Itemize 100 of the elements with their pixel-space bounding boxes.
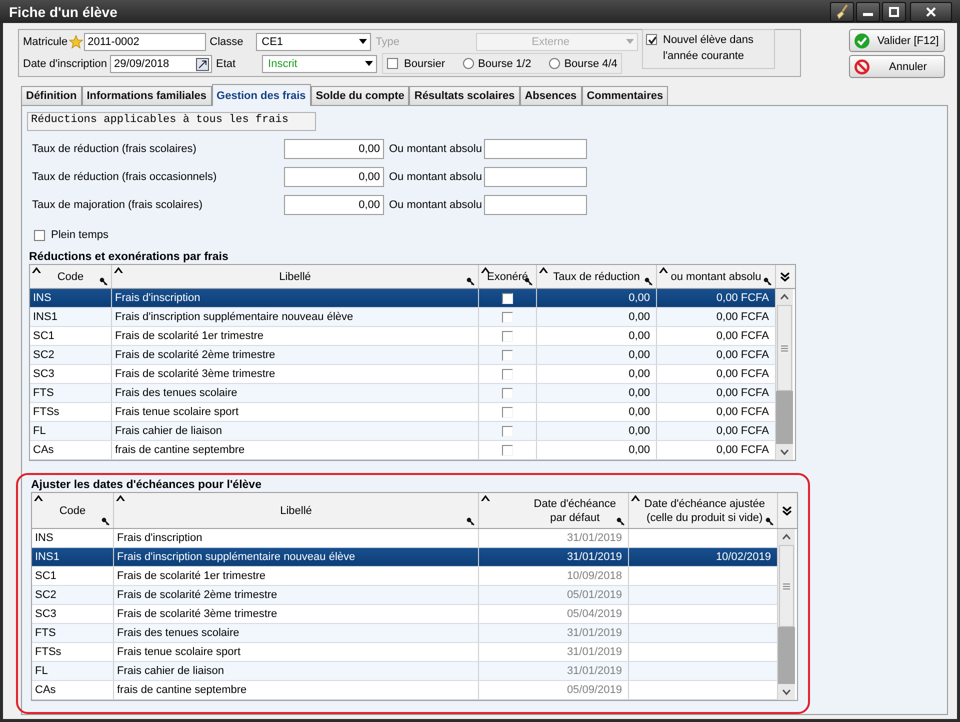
amount-field[interactable]	[484, 139, 587, 159]
table-cell: 10/09/2018	[566, 570, 622, 582]
column-header[interactable]: Taux de réduction	[537, 265, 657, 288]
table-cell: FL	[33, 425, 46, 437]
table-row[interactable]: CAs frais de cantine septembre 05/09/2019	[32, 681, 778, 700]
table-cell: 10/02/2019	[716, 551, 771, 563]
checkbox[interactable]	[502, 388, 513, 398]
table-cell: CAs	[35, 684, 56, 696]
checkbox[interactable]	[502, 350, 513, 360]
table-row[interactable]: SC1 Frais de scolarité 1er trimestre 0,00 0,00 FCFA	[30, 327, 776, 346]
caret-icon	[626, 39, 634, 44]
scroll-thumb[interactable]	[779, 545, 794, 627]
rate-field[interactable]: 0,00	[284, 167, 384, 187]
table-cell: SC1	[33, 330, 54, 342]
column-header[interactable]: Date d'échéance ajustée (celle du produit si vide)	[629, 493, 778, 528]
class-dropdown[interactable]: CE1	[256, 32, 371, 50]
maximize-button[interactable]	[882, 2, 906, 22]
key-icon	[763, 277, 772, 286]
table-cell: SC3	[33, 368, 54, 380]
table-row[interactable]: SC3 Frais de scolarité 3ème trimestre 05/04/2019	[32, 605, 778, 624]
checkbox[interactable]	[502, 330, 513, 342]
scrollbar[interactable]	[778, 529, 795, 700]
table-cell: Frais tenue scolaire sport	[115, 406, 238, 418]
section-title: Réductions applicables à tous les frais	[27, 112, 316, 131]
table-row[interactable]: INS1 Frais d'inscription supplémentaire nouveau élève 31/01/2019 10/02/2019	[32, 548, 778, 567]
cancel-button[interactable]: Annuler	[849, 55, 945, 78]
table-row[interactable]: INS1 Frais d'inscription supplémentaire nouveau élève 0,00 0,00 FCFA	[30, 308, 776, 327]
table-row[interactable]: SC2 Frais de scolarité 2ème trimestre 05/01/2019	[32, 586, 778, 605]
tab[interactable]: Absences	[520, 86, 582, 105]
checkbox[interactable]	[502, 406, 513, 418]
tab[interactable]: Informations familiales	[82, 86, 212, 105]
broom-icon	[834, 4, 850, 20]
sort-caret-icon	[481, 267, 490, 273]
table-cell: Frais de scolarité 2ème trimestre	[115, 349, 276, 361]
table-row[interactable]: FTSs Frais tenue scolaire sport 0,00 0,00 FCFA	[30, 403, 776, 422]
broom-button[interactable]	[830, 2, 854, 22]
table-row[interactable]: FTS Frais des tenues scolaire 31/01/2019	[32, 624, 778, 643]
column-header[interactable]: Exonéré	[479, 265, 537, 288]
field-label: Matricule	[23, 36, 68, 48]
table-row[interactable]: SC3 Frais de scolarité 3ème trimestre 0,00 0,00 FCFA	[30, 365, 776, 384]
table-row[interactable]: SC1 Frais de scolarité 1er trimestre 10/09/2018	[32, 567, 778, 586]
checkbox[interactable]	[502, 312, 513, 322]
checkbox[interactable]	[502, 426, 513, 436]
column-header[interactable]: ou montant absolu	[657, 265, 776, 288]
double-chevron-icon[interactable]	[780, 272, 790, 282]
table-row[interactable]: INS Frais d'inscription 0,00 0,00 FCFA	[30, 289, 776, 308]
field-label: Taux de majoration (frais scolaires)	[32, 199, 204, 211]
star-icon	[68, 34, 83, 48]
table-cell: 0,00	[628, 292, 650, 304]
table-cell: Frais de scolarité 3ème trimestre	[115, 368, 276, 380]
sort-caret-icon	[631, 495, 640, 501]
table-cell: 05/09/2019	[566, 684, 622, 696]
calendar-icon[interactable]	[196, 58, 210, 70]
table-cell: 0,00 FCFA	[716, 292, 769, 304]
table-cell: SC2	[33, 349, 54, 361]
rate-field[interactable]: 0,00	[284, 195, 384, 215]
column-header[interactable]: Date d'échéance par défaut	[479, 493, 629, 528]
validate-button[interactable]: Valider [F12]	[849, 29, 945, 52]
tab[interactable]: Commentaires	[582, 86, 668, 105]
registration-number-field[interactable]: 2011-0002	[84, 32, 206, 50]
table-cell: frais de cantine septembre	[115, 444, 245, 456]
status-dropdown[interactable]: Inscrit	[262, 54, 378, 72]
scholarship-checkbox[interactable]: Boursier	[387, 58, 445, 70]
table-cell: 0,00	[628, 311, 650, 323]
minimize-button[interactable]	[856, 2, 880, 22]
table-row[interactable]: FL Frais cahier de liaison 31/01/2019	[32, 662, 778, 681]
sort-caret-icon	[114, 267, 123, 273]
tab[interactable]: Résultats scolaires	[409, 86, 520, 105]
full-time-checkbox[interactable]: Plein temps	[34, 228, 947, 242]
tab[interactable]: Définition	[21, 86, 82, 105]
column-header[interactable]: Code	[32, 493, 114, 528]
close-button[interactable]	[910, 2, 952, 22]
radio-button[interactable]: Bourse 1/2	[463, 58, 532, 70]
table-row[interactable]: FTSs Frais tenue scolaire sport 31/01/2019	[32, 643, 778, 662]
scrollbar[interactable]	[776, 289, 793, 460]
table-cell: SC2	[35, 589, 56, 601]
double-chevron-icon[interactable]	[782, 506, 792, 516]
tab[interactable]: Gestion des frais	[212, 84, 311, 106]
column-header[interactable]: Libellé	[112, 265, 479, 288]
column-header[interactable]: Libellé	[114, 493, 479, 528]
table-row[interactable]: FL Frais cahier de liaison 0,00 0,00 FCFA	[30, 422, 776, 441]
scroll-thumb[interactable]	[777, 305, 792, 391]
table-cell: 31/01/2019	[566, 532, 622, 544]
checkbox[interactable]	[502, 444, 513, 456]
checkbox[interactable]	[502, 292, 513, 304]
column-header[interactable]: Code	[30, 265, 112, 288]
radio-button[interactable]: Bourse 4/4	[549, 58, 618, 70]
table-row[interactable]: INS Frais d'inscription 31/01/2019	[32, 529, 778, 548]
tab[interactable]: Solde du compte	[310, 86, 410, 105]
table-row[interactable]: FTS Frais des tenues scolaire 0,00 0,00 FCFA	[30, 384, 776, 403]
rate-field[interactable]: 0,00	[284, 139, 384, 159]
table-row[interactable]: CAs frais de cantine septembre 0,00 0,00 FCFA	[30, 441, 776, 460]
type-dropdown: Externe	[476, 32, 638, 50]
date-field[interactable]: 29/09/2018	[110, 54, 212, 72]
table-row[interactable]: SC2 Frais de scolarité 2ème trimestre 0,00 0,00 FCFA	[30, 346, 776, 365]
checkbox[interactable]	[502, 368, 513, 380]
amount-field[interactable]	[484, 167, 587, 187]
table-cell: 0,00 FCFA	[716, 425, 769, 437]
table-cell: 05/01/2019	[566, 589, 622, 601]
amount-field[interactable]	[484, 195, 587, 215]
